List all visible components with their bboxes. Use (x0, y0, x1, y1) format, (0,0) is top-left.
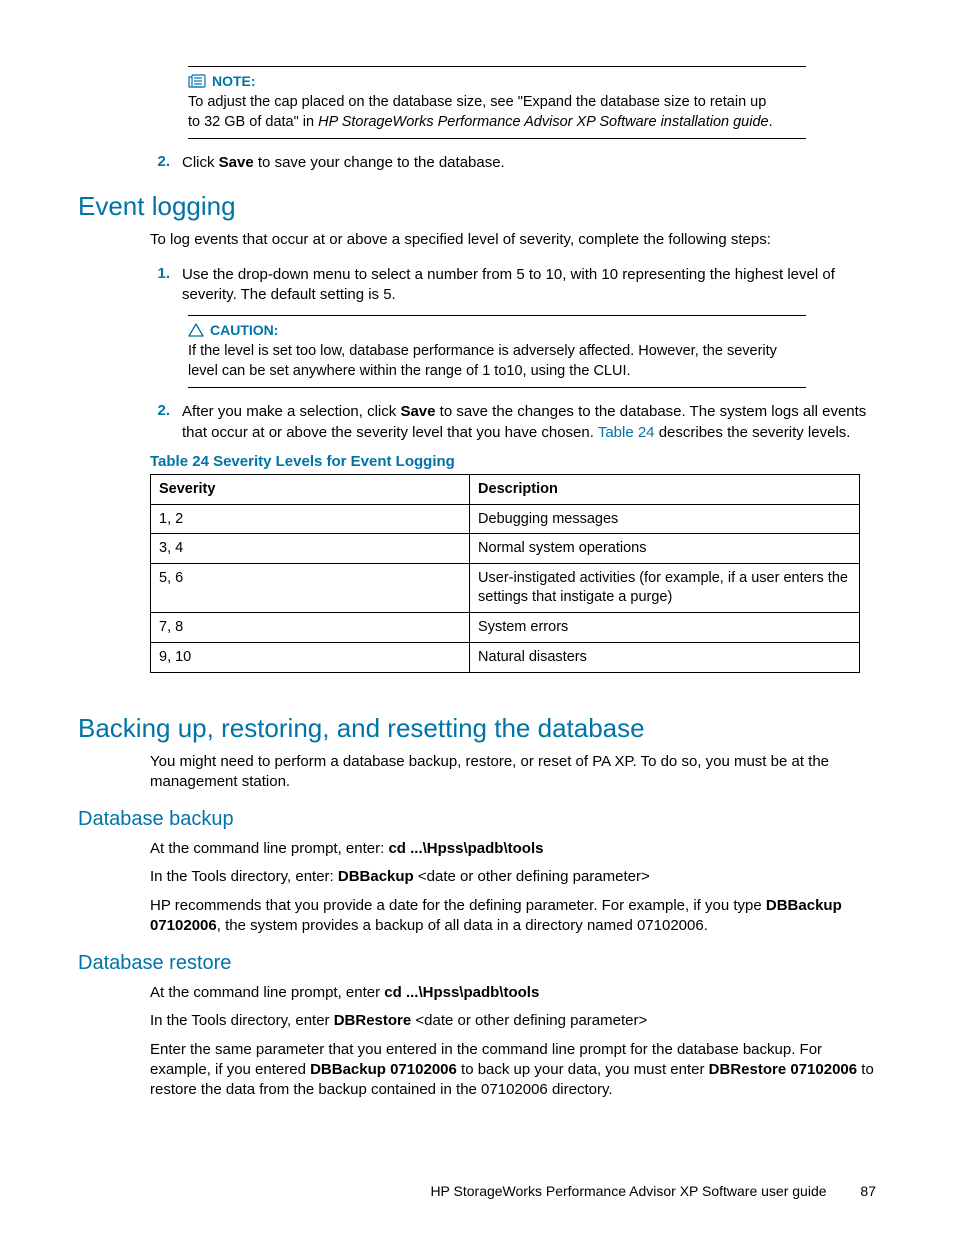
body-text: At the command line prompt, enter cd ...… (150, 983, 876, 1003)
caution-label: CAUTION: (210, 322, 278, 338)
caution-header: CAUTION: (188, 322, 806, 338)
table-row: 5, 6User-instigated activities (for exam… (151, 564, 860, 613)
table-row: 3, 4Normal system operations (151, 534, 860, 564)
table-row: 9, 10Natural disasters (151, 642, 860, 672)
step-row: 2. After you make a selection, click Sav… (150, 402, 876, 443)
table-link[interactable]: Table 24 (598, 424, 655, 441)
body-text: In the Tools directory, enter: DBBackup … (150, 867, 876, 887)
body-text: Enter the same parameter that you entere… (150, 1040, 876, 1101)
heading-database-backup: Database backup (78, 808, 876, 831)
heading-backup: Backing up, restoring, and resetting the… (78, 713, 876, 744)
page: NOTE: To adjust the cap placed on the da… (0, 0, 954, 1235)
step-text: Use the drop-down menu to select a numbe… (182, 265, 876, 306)
body-text: At the command line prompt, enter: cd ..… (150, 839, 876, 859)
note-label: NOTE: (212, 73, 256, 89)
caution-body: If the level is set too low, database pe… (188, 342, 806, 381)
table-title: Table 24 Severity Levels for Event Loggi… (150, 453, 876, 470)
heading-event-logging: Event logging (78, 191, 876, 222)
heading-database-restore: Database restore (78, 952, 876, 975)
note-block: NOTE: To adjust the cap placed on the da… (188, 66, 806, 139)
step-list: 2. After you make a selection, click Sav… (150, 402, 876, 443)
rule (188, 315, 806, 316)
table-header-row: Severity Description (151, 474, 860, 504)
step-number: 2. (150, 402, 170, 443)
step-list: 1. Use the drop-down menu to select a nu… (150, 265, 876, 306)
note-icon (188, 74, 206, 88)
table-row: 1, 2Debugging messages (151, 504, 860, 534)
rule (188, 387, 806, 388)
rule (188, 66, 806, 67)
body-text: In the Tools directory, enter DBRestore … (150, 1011, 876, 1031)
footer-text: HP StorageWorks Performance Advisor XP S… (430, 1183, 826, 1199)
body-text: HP recommends that you provide a date fo… (150, 896, 876, 937)
page-number: 87 (860, 1183, 876, 1199)
severity-table: Severity Description 1, 2Debugging messa… (150, 474, 860, 673)
caution-icon (188, 323, 204, 337)
step-text: Click Save to save your change to the da… (182, 153, 876, 173)
step-row: 1. Use the drop-down menu to select a nu… (150, 265, 876, 306)
col-description: Description (470, 474, 860, 504)
note-header: NOTE: (188, 73, 806, 89)
step-row: 2. Click Save to save your change to the… (150, 153, 876, 173)
step-text: After you make a selection, click Save t… (182, 402, 876, 443)
caution-block: CAUTION: If the level is set too low, da… (188, 315, 806, 388)
step-number: 1. (150, 265, 170, 306)
step-number: 2. (150, 153, 170, 173)
note-body: To adjust the cap placed on the database… (188, 93, 806, 132)
step-list: 2. Click Save to save your change to the… (150, 153, 876, 173)
table-row: 7, 8System errors (151, 612, 860, 642)
footer: HP StorageWorks Performance Advisor XP S… (430, 1183, 876, 1199)
col-severity: Severity (151, 474, 470, 504)
body-text: You might need to perform a database bac… (150, 752, 876, 793)
body-text: To log events that occur at or above a s… (150, 230, 876, 250)
rule (188, 138, 806, 139)
